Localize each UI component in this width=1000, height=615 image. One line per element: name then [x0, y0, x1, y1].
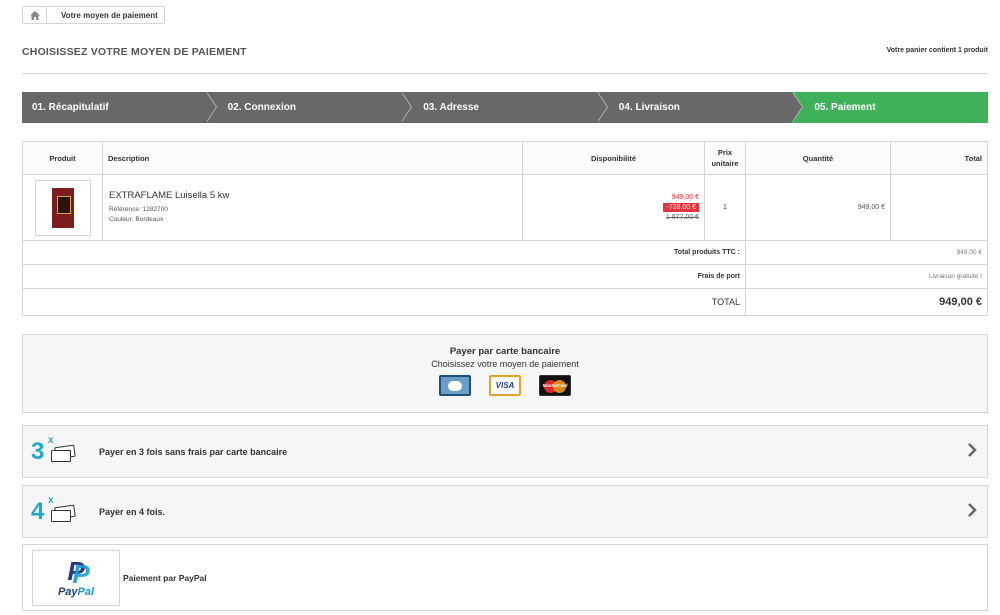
product-thumbnail[interactable]	[34, 179, 91, 236]
checkout-steps: 01. Récapitulatif 02. Connexion 03. Adre…	[22, 92, 988, 123]
shipping-value: Livraison gratuite !	[745, 264, 988, 289]
col-description: Description	[102, 141, 523, 175]
step-shipping[interactable]: 04. Livraison	[596, 92, 803, 123]
quantity-total-cell: 949,00 €	[745, 174, 891, 241]
summary-total-row: TOTAL 949,00 €	[22, 288, 988, 316]
product-name[interactable]: EXTRAFLAME Luisella 5 kw	[109, 190, 516, 201]
step-label: 03. Adresse	[423, 102, 479, 113]
total-value: 949,00 €	[745, 288, 988, 316]
description-cell: EXTRAFLAME Luisella 5 kw Référence: 1282…	[102, 174, 523, 241]
col-total: Total	[890, 141, 988, 175]
col-unit-price: Prix unitaire	[704, 141, 746, 175]
paypal-logo[interactable]: PP PayPal	[32, 549, 120, 606]
summary-products-row: Total produits TTC : 949,00 €	[22, 240, 988, 265]
products-total-label: Total produits TTC :	[22, 240, 746, 265]
pay-3x-label: Payer en 3 fois sans frais par carte ban…	[99, 446, 288, 457]
installment-4x-icon: 4 x	[29, 492, 89, 532]
step-label: 01. Récapitulatif	[32, 102, 109, 113]
pay-card-title: Payer par carte bancaire	[449, 346, 561, 357]
breadcrumb: Votre moyen de paiement	[22, 6, 165, 24]
step-summary[interactable]: 01. Récapitulatif	[22, 92, 217, 123]
summary-shipping-row: Frais de port Livraison gratuite !	[22, 264, 988, 289]
pay-paypal-option[interactable]: PP PayPal Paiement par PayPal	[22, 544, 988, 611]
product-color: Couleur: Bordeaux	[109, 215, 164, 223]
cart-table: Produit Description Disponibilité Prix u…	[22, 141, 988, 316]
products-total-value: 949,00 €	[745, 240, 988, 265]
shipping-label: Frais de port	[22, 264, 746, 289]
col-availability: Disponibilité	[522, 141, 705, 175]
step-label: 04. Livraison	[618, 102, 680, 113]
table-header-row: Produit Description Disponibilité Prix u…	[22, 141, 988, 175]
breadcrumb-current: Votre moyen de paiement	[61, 10, 158, 20]
product-reference: Référence: 1282700	[109, 205, 168, 213]
cb-logo[interactable]	[439, 375, 471, 396]
total-label: TOTAL	[22, 288, 746, 316]
step-payment: 05. Paiement	[792, 92, 988, 123]
table-row: EXTRAFLAME Luisella 5 kw Référence: 1282…	[22, 174, 988, 241]
chevron-right-icon	[967, 503, 979, 519]
home-icon[interactable]	[23, 7, 47, 23]
stove-image	[51, 187, 74, 228]
pay-card-block: Payer par carte bancaire Choisissez votr…	[22, 334, 988, 413]
mastercard-text: MasterCard	[542, 383, 568, 388]
visa-logo[interactable]: VISA	[489, 375, 521, 396]
mastercard-logo[interactable]: MasterCard	[539, 375, 571, 396]
col-product: Produit	[22, 141, 103, 175]
page-title: CHOISISSEZ VOTRE MOYEN DE PAIEMENT	[22, 46, 247, 58]
pay-4x-option[interactable]: 4 x Payer en 4 fois.	[22, 485, 988, 538]
step-login[interactable]: 02. Connexion	[205, 92, 412, 123]
product-image-cell	[22, 174, 103, 241]
step-address[interactable]: 03. Adresse	[401, 92, 608, 123]
total-cell	[890, 174, 988, 241]
divider	[22, 73, 988, 74]
installment-3x-icon: 3 x	[29, 432, 89, 472]
discount-badge: -728,00 €	[663, 203, 699, 212]
unit-cell: 1	[704, 174, 746, 241]
cart-count: Votre panier contient 1 produit	[886, 47, 988, 54]
pay-3x-option[interactable]: 3 x Payer en 3 fois sans frais par carte…	[22, 425, 988, 478]
price-old: 1 677,00 €	[665, 214, 699, 221]
pay-4x-label: Payer en 4 fois.	[99, 506, 166, 517]
price-cell: 949,00 € -728,00 € 1 677,00 €	[522, 174, 705, 241]
pay-card-subtitle: Choisissez votre moyen de paiement	[431, 359, 579, 369]
step-label: 02. Connexion	[227, 102, 296, 113]
col-quantity: Quantité	[745, 141, 891, 175]
price-new: 949,00 €	[671, 194, 699, 201]
card-logos: VISA MasterCard	[23, 375, 987, 396]
chevron-right-icon	[967, 443, 979, 459]
step-label: 05. Paiement	[814, 102, 876, 113]
paypal-label: Paiement par PayPal	[123, 572, 207, 583]
